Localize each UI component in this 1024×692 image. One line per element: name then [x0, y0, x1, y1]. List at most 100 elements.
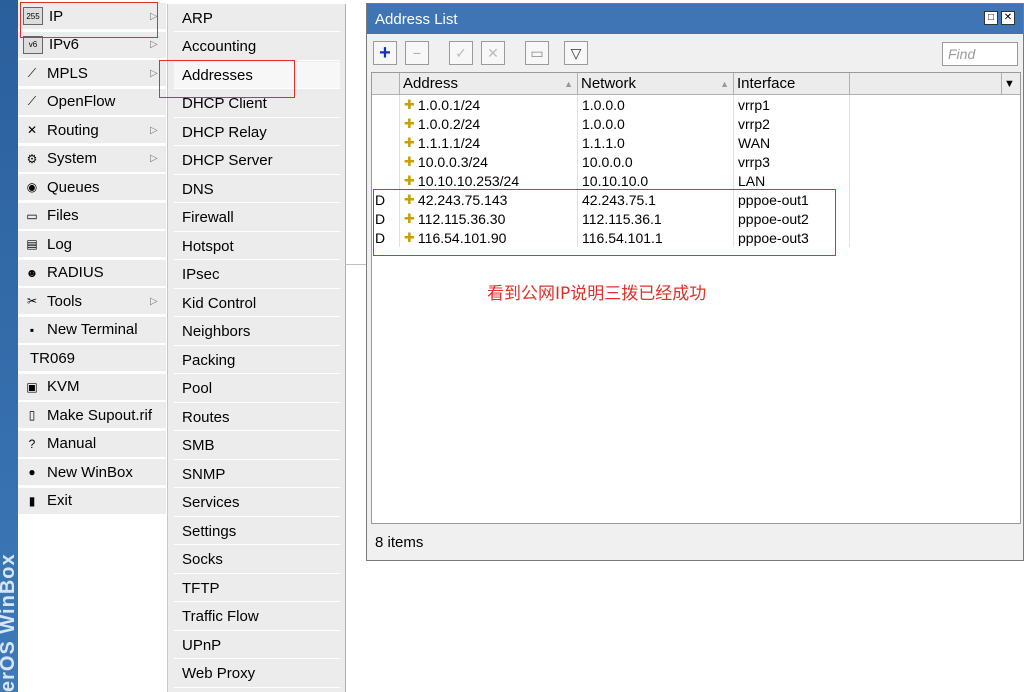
ip-submenu-item-packing[interactable]: Packing — [174, 347, 340, 374]
main-menu-item-new-terminal[interactable]: ▪ New Terminal — [18, 316, 166, 344]
main-menu-item-make-supout-rif[interactable]: ▯ Make Supout.rif — [18, 402, 166, 429]
openflow-icon: ⟋ — [27, 94, 37, 108]
column-header-interface[interactable]: Interface — [734, 73, 850, 94]
close-button[interactable]: ✕ — [1001, 11, 1015, 25]
row-interface: vrrp2 — [734, 114, 850, 133]
row-interface: WAN — [734, 133, 850, 152]
ip-submenu-item-neighbors[interactable]: Neighbors — [174, 319, 340, 346]
ip-submenu-item-hotspot[interactable]: Hotspot — [174, 233, 340, 260]
table-row[interactable]: ✚ 1.0.0.2/24 1.0.0.0 vrrp2 — [372, 114, 1020, 133]
ip-submenu-item-upnp[interactable]: UPnP — [174, 632, 340, 659]
main-menu-item-queues[interactable]: ◉ Queues — [18, 174, 166, 201]
row-network-text: 10.0.0.0 — [582, 153, 633, 170]
main-menu-label: MPLS — [47, 64, 88, 82]
table-row[interactable]: ✚ 10.0.0.3/24 10.0.0.0 vrrp3 — [372, 152, 1020, 171]
column-address-label: Address — [403, 75, 459, 92]
add-button[interactable]: + — [373, 41, 397, 65]
address-icon: ✚ — [404, 96, 415, 112]
row-network-text: 10.10.10.0 — [582, 172, 649, 189]
main-menu-label: IPv6 — [49, 36, 80, 53]
table-row[interactable]: ✚ 10.10.10.253/24 10.10.10.0 LAN — [372, 171, 1020, 190]
main-menu-item-openflow[interactable]: ⟋ OpenFlow — [18, 88, 166, 116]
row-flag — [372, 95, 400, 114]
ip-submenu-item-snmp[interactable]: SNMP — [174, 461, 340, 488]
check-icon: ✓ — [455, 44, 467, 61]
address-icon: ✚ — [404, 153, 415, 169]
comment-button[interactable]: ▭ — [525, 41, 549, 65]
column-header-address[interactable]: Address ▲ — [400, 73, 578, 94]
column-header-flag[interactable] — [372, 73, 400, 94]
main-menu-label: Tools — [47, 292, 83, 310]
column-header-empty[interactable] — [850, 73, 1002, 94]
main-menu-item-exit[interactable]: ▮ Exit — [18, 487, 166, 515]
exit-icon: ▮ — [28, 493, 36, 508]
submenu-arrow-icon: ▷ — [150, 295, 158, 307]
ip-submenu-item-services[interactable]: Services — [174, 490, 340, 517]
main-menu-item-kvm[interactable]: ▣ KVM — [18, 373, 166, 401]
ip-submenu-item-routes[interactable]: Routes — [174, 404, 340, 431]
enable-button[interactable]: ✓ — [449, 41, 473, 65]
table-row[interactable]: ✚ 1.0.0.1/24 1.0.0.0 vrrp1 — [372, 95, 1020, 114]
submenu-arrow-icon: ▷ — [150, 153, 158, 164]
address-icon: ✚ — [404, 134, 415, 150]
ip-submenu-item-socks[interactable]: Socks — [174, 547, 340, 574]
ip-submenu-item-accounting[interactable]: Accounting — [174, 34, 340, 61]
table-row[interactable]: ✚ 1.1.1.1/24 1.1.1.0 WAN — [372, 133, 1020, 152]
ip-submenu-item-settings[interactable]: Settings — [174, 518, 340, 545]
row-empty — [850, 114, 1020, 133]
filter-button[interactable]: ▽ — [564, 41, 588, 65]
disable-button[interactable]: ✕ — [481, 41, 505, 65]
main-menu-item-files[interactable]: ▭ Files — [18, 202, 166, 230]
main-menu-item-new-winbox[interactable]: ● New WinBox — [18, 459, 166, 486]
column-chooser-button[interactable]: ▼ — [1002, 73, 1020, 94]
column-header-network[interactable]: Network ▲ — [578, 73, 734, 94]
submenu-arrow-icon: ▷ — [150, 124, 158, 136]
row-address: ✚ 10.10.10.253/24 — [400, 171, 578, 190]
main-menu-item-tools[interactable]: ✂ Tools ▷ — [18, 288, 166, 315]
background-divider — [345, 264, 367, 265]
minus-icon: − — [412, 45, 422, 61]
row-address: ✚ 1.0.0.1/24 — [400, 95, 578, 114]
main-menu: 255 IP ▷ v6 IPv6 ▷ ⟋ MPLS ▷ ⟋ OpenFlow ✕ Routing ▷ ⚙ Sy… — [18, 0, 166, 692]
row-network: 1.1.1.0 — [578, 133, 734, 152]
main-menu-label: Exit — [47, 492, 73, 509]
row-network-text: 1.0.0.0 — [582, 96, 625, 113]
ip-submenu-item-ipsec[interactable]: IPsec — [174, 262, 340, 289]
main-menu-item-log[interactable]: ▤ Log — [18, 231, 166, 258]
remove-button[interactable]: − — [405, 41, 429, 65]
files-icon: ▭ — [26, 208, 38, 223]
main-menu-item-mpls[interactable]: ⟋ MPLS ▷ — [18, 60, 166, 87]
ip-submenu-item-firewall[interactable]: Firewall — [174, 205, 340, 232]
ip-submenu-item-traffic-flow[interactable]: Traffic Flow — [174, 604, 340, 631]
ip-submenu-item-tftp[interactable]: TFTP — [174, 575, 340, 602]
toolbar: + − ✓ ✕ ▭ ▽ Find — [367, 34, 1023, 72]
row-address: ✚ 10.0.0.3/24 — [400, 152, 578, 171]
radius-icon: ☻ — [25, 265, 39, 280]
log-icon: ▤ — [26, 237, 38, 251]
supout-icon: ▯ — [28, 408, 36, 422]
row-interface-text: WAN — [738, 134, 771, 151]
main-menu-label: Make Supout.rif — [47, 406, 153, 424]
find-input[interactable]: Find — [942, 42, 1018, 66]
row-interface-text: LAN — [738, 172, 766, 189]
ip-submenu-item-web-proxy[interactable]: Web Proxy — [174, 661, 340, 688]
ip-submenu-item-dns[interactable]: DNS — [174, 176, 340, 203]
ip-submenu-item-dhcp-relay[interactable]: DHCP Relay — [174, 119, 340, 146]
row-interface: vrrp1 — [734, 95, 850, 114]
row-address-text: 1.1.1.1/24 — [417, 134, 481, 151]
maximize-button[interactable]: □ — [984, 11, 998, 25]
ip-submenu-item-dhcp-server[interactable]: DHCP Server — [174, 148, 340, 175]
main-menu-item-radius[interactable]: ☻ RADIUS — [18, 259, 166, 287]
window-title-bar[interactable]: Address List □ ✕ — [367, 4, 1023, 34]
main-menu-item-tr069[interactable]: TR069 — [18, 345, 166, 372]
column-network-label: Network — [581, 75, 637, 92]
ip-submenu-item-arp[interactable]: ARP — [174, 5, 340, 32]
main-menu-item-system[interactable]: ⚙ System ▷ — [18, 145, 166, 173]
row-interface-text: vrrp3 — [738, 153, 770, 170]
ip-submenu-item-pool[interactable]: Pool — [174, 376, 340, 403]
ip-submenu-item-kid-control[interactable]: Kid Control — [174, 290, 340, 317]
ip-submenu-item-smb[interactable]: SMB — [174, 433, 340, 460]
row-flag — [372, 114, 400, 133]
main-menu-item-routing[interactable]: ✕ Routing ▷ — [18, 117, 166, 144]
main-menu-item-manual[interactable]: ? Manual — [18, 430, 166, 458]
